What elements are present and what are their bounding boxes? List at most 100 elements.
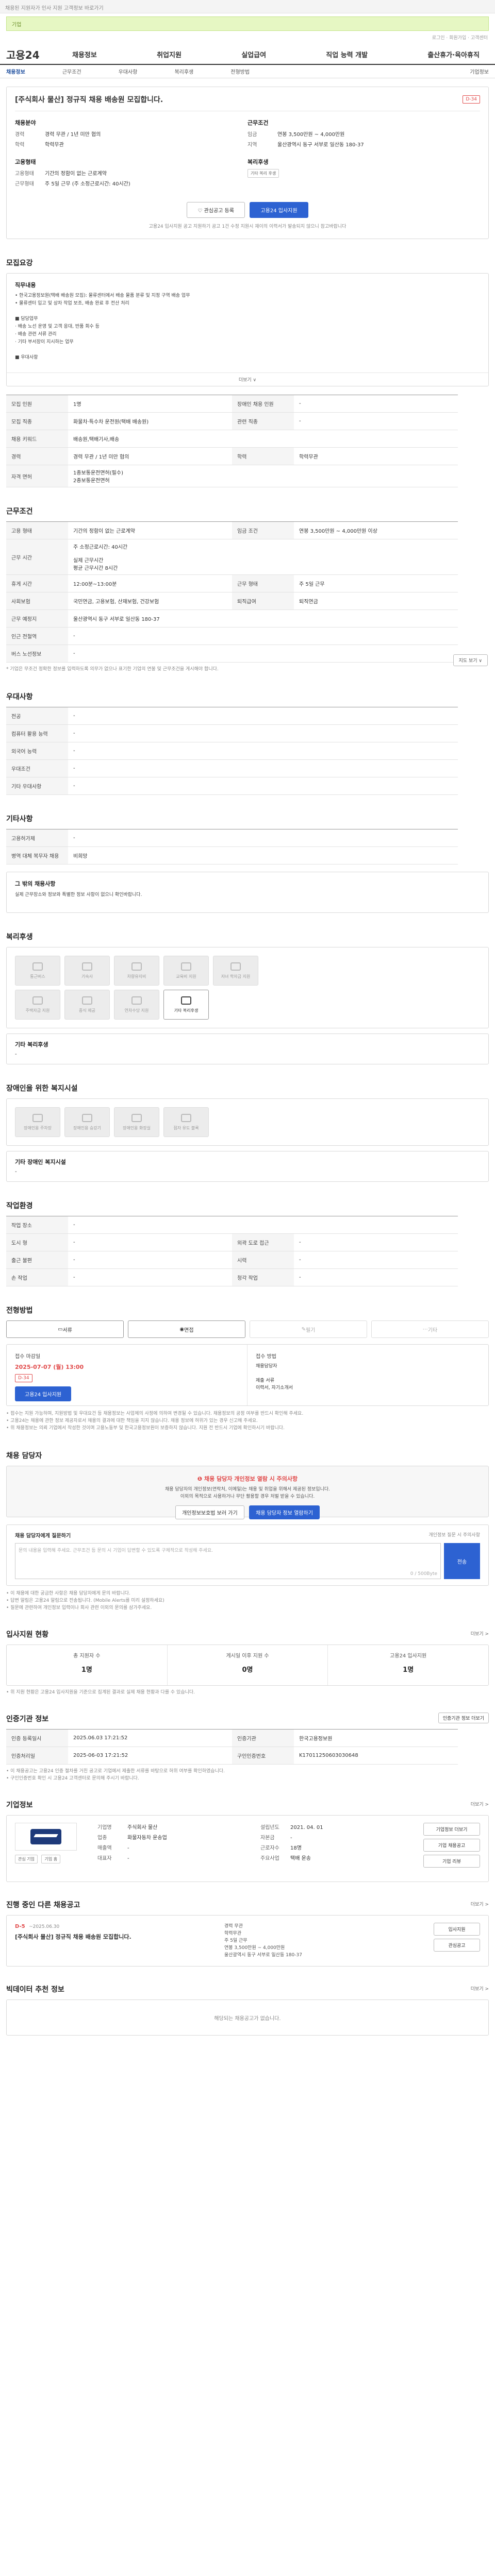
cell-value: - xyxy=(294,1251,458,1269)
info-value: - xyxy=(127,1845,129,1851)
otherjob-apply-button[interactable]: 입사지원 xyxy=(434,1923,480,1936)
cell-value xyxy=(294,645,458,663)
section-manage-title: 인증기관 정보 xyxy=(6,1715,49,1723)
cell-value: - xyxy=(68,829,458,847)
scrap-button[interactable]: ♡ 관심공고 등록 xyxy=(187,202,245,218)
welfare-item: 기숙사 xyxy=(64,956,110,986)
util-join[interactable]: 회원가입 xyxy=(449,36,466,41)
table-row: 버스 노선정보 - xyxy=(6,645,458,663)
otherjob-scrap-button[interactable]: 관심공고 xyxy=(434,1939,480,1952)
cond-table: 고용 형태 기간의 정함이 없는 근로계약 임금 조건 연봉 3,500만원 ~ 4,… xyxy=(6,521,458,663)
table-row: 출근 불편 - 시력 - xyxy=(6,1251,458,1269)
company-box: 관심 기업 기업 홈 기업명 주식회사 물산 설립년도 2021. 04. 01 업종 화… xyxy=(6,1815,489,1882)
site-logo[interactable]: 고용24 xyxy=(6,47,63,62)
gnb-item-benefit[interactable]: 실업급여 xyxy=(241,49,266,59)
company-jobs-button[interactable]: 기업 채용공고 xyxy=(423,1839,480,1852)
job-desc-box: 직무내용 • 한국고용정보원(택배 배송원 모집): 물류센터에서 배송 물품 … xyxy=(6,273,489,386)
summary-cond-title: 근무조건 xyxy=(248,120,269,126)
company-tag[interactable]: 기업 홈 xyxy=(41,1855,61,1863)
disabled-etc-title: 기타 장애인 복지시설 xyxy=(15,1159,66,1165)
company-tag[interactable]: 관심 기업 xyxy=(15,1855,38,1863)
info-label: 근로자수 xyxy=(260,1845,279,1851)
map-button[interactable]: 지도 보기 ∨ xyxy=(453,654,488,666)
notice-text: 채용된 지원자가 인사 지원 고객정보 바로가기 xyxy=(5,6,104,11)
tab-condition[interactable]: 근무조건 xyxy=(62,67,81,75)
otherjobs-more-link[interactable]: 더보기 > xyxy=(471,1901,489,1907)
cell-value: - xyxy=(294,1233,458,1251)
gnb-item-leave[interactable]: 출산휴가·육아휴직 xyxy=(427,49,480,59)
welfare-tag: 기타 복리 후생 xyxy=(248,169,279,178)
send-button[interactable]: 전송 xyxy=(444,1543,480,1579)
process-steps: ▭ 서류 ◉ 면접 ✎ 필기 ⋯ 기타 xyxy=(6,1320,489,1338)
view-contact-button[interactable]: 채용 담당자 정보 열람하기 xyxy=(249,1505,320,1519)
otherjob-info-line: 학력무관 xyxy=(224,1931,242,1936)
stat-online: 고용24 입사지원 1명 xyxy=(328,1645,488,1685)
method-title: 접수 방법 xyxy=(256,1354,276,1360)
welfare-etc-value: - xyxy=(15,1052,17,1057)
global-nav: 고용24 채용정보 취업지원 실업급여 직업 능력 개발 출산휴가·육아휴직 xyxy=(0,44,495,65)
tab-company[interactable]: 기업정보 xyxy=(470,67,489,75)
cell-value: - xyxy=(68,1251,232,1269)
table-row: 경력 경력 무관 / 1년 미만 협의 학력 학력무관 xyxy=(6,447,458,465)
gnb-item-support[interactable]: 취업지원 xyxy=(157,49,182,59)
tab-welfare[interactable]: 복리후생 xyxy=(174,67,193,75)
welfare-label: 기숙사 xyxy=(81,974,93,979)
section-contact-title: 채용 담당자 xyxy=(6,1452,42,1460)
table-row: 모집 인원 1명 장애인 채용 인원 - xyxy=(6,395,458,413)
more-toggle[interactable]: 더보기 ∨ xyxy=(7,372,488,386)
disabled-box: 장애인용 주차장 장애인용 승강기 장애인용 화장실 점자 유도 블록 xyxy=(6,1098,489,1146)
cell-label: 전공 xyxy=(6,707,68,725)
contact-warning-box: ❶ 채용 담당자 개인정보 열람 시 주의사항 채용 담당자의 개인정보(연락처… xyxy=(6,1466,489,1519)
tab-preference[interactable]: 우대사항 xyxy=(119,67,138,75)
note-line: • 질문에 관련하여 개인정보 입력이나 회사 관련 이외의 문의를 삼가주세요… xyxy=(6,1605,152,1611)
gnb-item-training[interactable]: 직업 능력 개발 xyxy=(326,49,368,59)
logo-mark-icon xyxy=(30,1829,61,1844)
summary-welfare-title: 복리후생 xyxy=(248,159,269,165)
inquiry-hint[interactable]: 개인정보 질문 시 주의사항 xyxy=(428,1531,480,1539)
welfare-label: 차량유지비 xyxy=(127,974,146,979)
info-value: 주식회사 물산 xyxy=(127,1825,158,1831)
welfare-icon xyxy=(181,962,191,971)
otherjob-info-line: 울산광역시 동구 서부로 일산동 180-37 xyxy=(224,1953,302,1958)
disabled-label: 점자 유도 블록 xyxy=(173,1125,199,1130)
summary-label: 경력 xyxy=(15,132,25,138)
otherjob-title[interactable]: [주식회사 물산] 정규직 채용 배송원 모집합니다. xyxy=(15,1933,224,1941)
table-row: 우대조건 - xyxy=(6,759,458,777)
review-more-link[interactable]: 더보기 > xyxy=(471,1985,489,1992)
gnb-item-jobs[interactable]: 채용정보 xyxy=(72,49,97,59)
stat-more-link[interactable]: 더보기 > xyxy=(471,1630,489,1637)
process-apply-button[interactable]: 고용24 입사지원 xyxy=(15,1386,72,1401)
manage-more-button[interactable]: 인증기관 정보 더보기 xyxy=(438,1712,489,1723)
stat-note: • 위 지원 현황은 고용24 입사지원을 기준으로 집계된 결과로 실제 채용… xyxy=(6,1690,195,1695)
table-row: 채용 키워드 배송원,택배기사,배송 xyxy=(6,430,458,448)
cell-value: 비희망 xyxy=(68,846,458,865)
disabled-item: 장애인용 승강기 xyxy=(64,1107,110,1137)
company-info-button[interactable]: 기업정보 더보기 xyxy=(423,1823,480,1836)
info-value: - xyxy=(290,1835,292,1841)
table-row: 작업 장소 - xyxy=(6,1216,458,1234)
cell-label xyxy=(232,1216,294,1234)
welfare-icon xyxy=(131,996,142,1005)
step-label: 기타 xyxy=(427,1327,438,1333)
stat-label: 게시일 이후 지원 수 xyxy=(226,1653,269,1659)
summary-emp-title: 고용형태 xyxy=(15,159,36,165)
privacy-law-button[interactable]: 개인정보보호법 보러 가기 xyxy=(175,1505,244,1519)
cell-label: 우대조건 xyxy=(6,759,68,777)
util-login[interactable]: 로그인 xyxy=(432,36,445,41)
company-more-link[interactable]: 더보기 > xyxy=(471,1801,489,1807)
cell-label: 구인인증번호 xyxy=(232,1747,294,1765)
otherjob-card[interactable]: D-5 ~2025.06.30 [주식회사 물산] 정규직 채용 배송원 모집합… xyxy=(6,1915,489,1967)
tab-recruit[interactable]: 채용정보 xyxy=(6,67,25,75)
util-cs[interactable]: 고객센터 xyxy=(471,36,488,41)
apply-button[interactable]: 고용24 입사지원 xyxy=(250,202,308,218)
login-banner[interactable]: 기업 xyxy=(6,16,489,31)
table-row: 사회보험 국민연금, 고용보험, 산재보험, 건강보험 퇴직급여 퇴직연금 xyxy=(6,592,458,610)
cell-value: 퇴직연금 xyxy=(294,592,458,610)
stat-value: 1명 xyxy=(81,1666,92,1674)
desc-line: • 한국고용정보원(택배 배송원 모집): 물류센터에서 배송 물품 분류 및 … xyxy=(15,293,190,298)
company-review-button[interactable]: 기업 리뷰 xyxy=(423,1855,480,1868)
stat-value: 1명 xyxy=(403,1666,414,1674)
inquiry-textarea[interactable]: 문의 내용을 입력해 주세요. 근무조건 등 문의 시 기업이 답변할 수 있도… xyxy=(15,1543,441,1579)
contact-notes: • 이 채용에 대한 궁금한 사항은 채용 담당자에게 문의 바랍니다. • 답변… xyxy=(6,1590,489,1612)
tab-process[interactable]: 전형방법 xyxy=(230,67,250,75)
